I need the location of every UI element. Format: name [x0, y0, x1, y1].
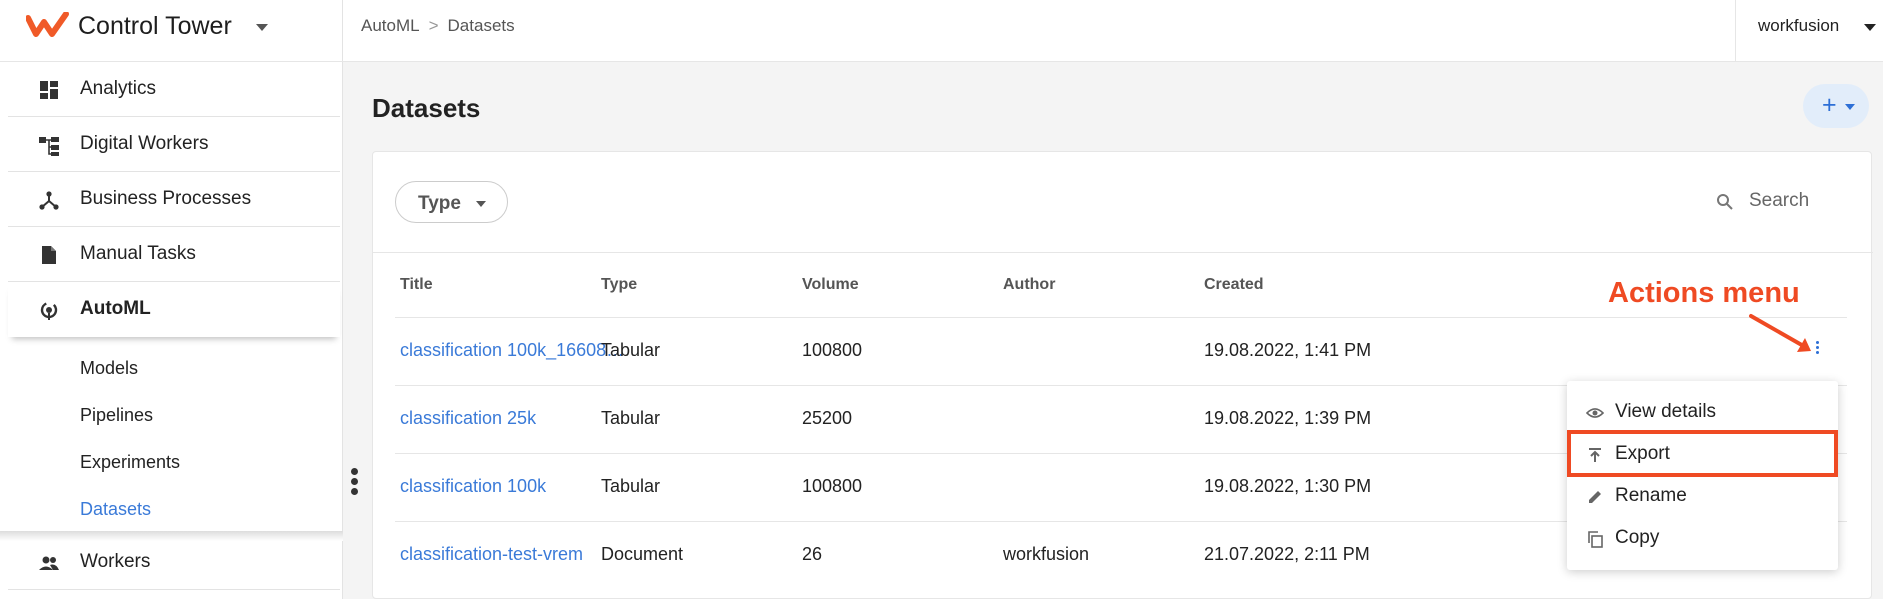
- dataset-volume: 25200: [802, 408, 853, 428]
- dataset-type: Tabular: [601, 408, 661, 428]
- eye-icon: [1586, 408, 1604, 418]
- type-filter-button[interactable]: Type: [395, 181, 508, 223]
- app-title: Control Tower: [78, 12, 232, 40]
- workers-tree-icon: [39, 137, 59, 156]
- column-header-volume[interactable]: Volume: [802, 276, 859, 294]
- pencil-icon: [1589, 491, 1601, 503]
- brand-header[interactable]: Control Tower: [0, 0, 343, 62]
- dataset-created: 21.07.2022, 2:11 PM: [1204, 544, 1370, 564]
- automl-icon: [40, 301, 58, 320]
- subnav-item-models[interactable]: Models: [80, 358, 138, 379]
- breadcrumb: AutoML > Datasets: [361, 16, 515, 36]
- breadcrumb-separator: >: [428, 16, 439, 35]
- export-highlight-box: [1567, 430, 1838, 477]
- nav-label: AutoML: [80, 298, 151, 319]
- breadcrumb-automl[interactable]: AutoML: [361, 16, 420, 35]
- add-dataset-button[interactable]: +: [1803, 84, 1869, 128]
- divider: [373, 252, 1873, 253]
- page-title: Datasets: [372, 93, 481, 123]
- user-name: workfusion: [1758, 16, 1840, 35]
- nav-label: Business Processes: [80, 188, 252, 209]
- user-menu[interactable]: workfusion: [1735, 0, 1883, 62]
- column-header-created[interactable]: Created: [1204, 276, 1264, 294]
- nav-label: Analytics: [80, 78, 157, 99]
- column-header-type[interactable]: Type: [601, 276, 637, 294]
- breadcrumb-datasets: Datasets: [447, 16, 515, 35]
- sidebar-resize-handle[interactable]: [351, 468, 359, 498]
- menu-item-label: Rename: [1615, 485, 1687, 506]
- dataset-volume: 100800: [802, 476, 863, 496]
- nav-label: Digital Workers: [80, 133, 209, 154]
- subnav-item-experiments[interactable]: Experiments: [80, 452, 180, 473]
- nav-label: Manual Tasks: [80, 243, 196, 264]
- subnav-item-datasets[interactable]: Datasets: [80, 499, 151, 520]
- column-header-author[interactable]: Author: [1003, 276, 1055, 294]
- menu-item-copy[interactable]: Copy: [1567, 518, 1838, 558]
- table-row[interactable]: classification 100k_166083… Tabular 1008…: [395, 317, 1847, 385]
- chevron-down-icon: [1845, 104, 1855, 110]
- people-icon: [39, 556, 59, 570]
- column-header-title[interactable]: Title: [400, 276, 433, 294]
- menu-item-label: View details: [1615, 401, 1717, 422]
- process-icon: [39, 191, 59, 210]
- dataset-type: Tabular: [601, 476, 661, 496]
- copy-icon: [1588, 531, 1603, 548]
- nav-item-digital-workers[interactable]: Digital Workers: [8, 117, 340, 172]
- search-input[interactable]: Search: [1715, 188, 1835, 218]
- annotation-arrow-icon: [1749, 314, 1811, 352]
- menu-item-rename[interactable]: Rename: [1567, 476, 1838, 516]
- dataset-type: Tabular: [601, 340, 661, 360]
- nav-item-business-processes[interactable]: Business Processes: [8, 172, 340, 227]
- subnav-item-pipelines[interactable]: Pipelines: [80, 405, 153, 426]
- nav-label: Workers: [80, 551, 151, 572]
- dataset-volume: 26: [802, 544, 823, 564]
- dataset-volume: 100800: [802, 340, 863, 360]
- type-filter-label: Type: [418, 193, 461, 214]
- dataset-title-link[interactable]: classification 100k_166083…: [400, 340, 632, 361]
- plus-icon: +: [1822, 91, 1837, 119]
- dataset-created: 19.08.2022, 1:41 PM: [1204, 340, 1372, 360]
- dataset-created: 19.08.2022, 1:30 PM: [1204, 476, 1372, 496]
- app-switcher-caret-icon[interactable]: [256, 24, 268, 31]
- nav-item-workers[interactable]: Workers: [8, 535, 340, 590]
- chevron-down-icon: [476, 201, 486, 207]
- nav-item-automl[interactable]: AutoML: [8, 282, 340, 337]
- search-icon: [1717, 194, 1733, 210]
- sidebar: Control Tower Analytics Digital Workers …: [0, 0, 343, 599]
- actions-menu: View details Export Rename Copy: [1567, 381, 1838, 570]
- nav-item-manual-tasks[interactable]: Manual Tasks: [8, 227, 340, 282]
- annotation-label: Actions menu: [1608, 277, 1800, 309]
- dataset-created: 19.08.2022, 1:39 PM: [1204, 408, 1372, 428]
- chevron-down-icon: [1864, 24, 1876, 31]
- dataset-title-link[interactable]: classification 100k: [400, 476, 546, 497]
- nav-item-analytics[interactable]: Analytics: [8, 62, 340, 117]
- dataset-title-link[interactable]: classification 25k: [400, 408, 536, 429]
- top-bar: AutoML > Datasets workfusion: [343, 0, 1883, 62]
- workfusion-logo-icon: [26, 12, 69, 37]
- search-placeholder: Search: [1749, 190, 1810, 211]
- dataset-type: Document: [601, 544, 684, 564]
- document-icon: [42, 246, 56, 264]
- menu-item-view-details[interactable]: View details: [1567, 392, 1838, 432]
- menu-item-label: Copy: [1615, 527, 1660, 548]
- dataset-author: workfusion: [1003, 544, 1090, 564]
- dataset-title-link[interactable]: classification-test-vrem: [400, 544, 583, 565]
- dashboard-icon: [40, 81, 58, 99]
